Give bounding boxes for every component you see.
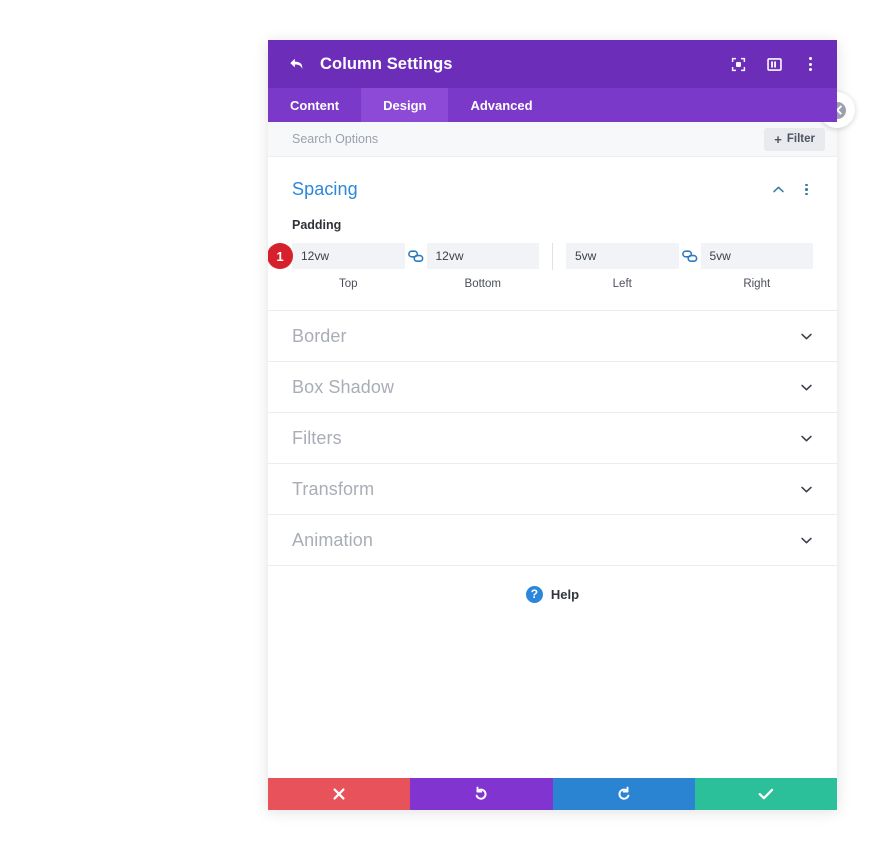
kebab-dot [809, 68, 812, 72]
section-border-title: Border [292, 325, 347, 346]
chevron-down-icon [801, 537, 812, 544]
section-spacing-title: Spacing [292, 179, 358, 199]
padding-top-label: Top [338, 278, 358, 290]
tab-content[interactable]: Content [268, 88, 361, 122]
padding-top-input[interactable] [292, 243, 405, 269]
section-box-shadow-title: Box Shadow [292, 376, 395, 397]
chevron-down-icon [801, 435, 812, 442]
section-transform[interactable]: Transform [268, 464, 837, 515]
redo-button[interactable] [552, 778, 695, 810]
kebab-dot [809, 62, 812, 66]
padding-vertical-group: Top Bottom [292, 243, 539, 290]
section-more-options-icon[interactable] [800, 182, 813, 197]
padding-right-cell: Right [700, 243, 813, 290]
chain-link-icon [407, 250, 423, 262]
section-border[interactable]: Border [268, 311, 837, 362]
plus-icon: + [774, 131, 782, 147]
status-badge: 1 [268, 243, 293, 269]
section-spacing-header[interactable]: Spacing [292, 179, 813, 200]
padding-top-cell: Top [292, 243, 405, 290]
padding-bottom-label: Bottom [464, 278, 501, 290]
section-filters[interactable]: Filters [268, 413, 837, 464]
panel-footer [268, 778, 837, 810]
undo-button[interactable] [410, 778, 553, 810]
column-settings-panel: Column Settings Content Design Advanced [268, 40, 855, 810]
padding-right-label: Right [743, 278, 771, 290]
search-toolbar: + Filter [268, 122, 837, 157]
tab-design[interactable]: Design [361, 88, 449, 122]
save-button[interactable] [694, 778, 837, 810]
padding-field-row: 1 Top Bottom [268, 243, 813, 290]
help-row: ? Help [268, 566, 837, 622]
padding-left-cell: Left [566, 243, 679, 290]
more-options-icon[interactable] [802, 56, 819, 73]
view-layout-icon[interactable] [766, 56, 783, 73]
padding-horizontal-group: Left Right [566, 243, 813, 290]
filter-button[interactable]: + Filter [764, 127, 825, 151]
page-title: Column Settings [320, 54, 453, 73]
check-icon [758, 788, 774, 800]
undo-icon [476, 786, 487, 800]
filter-button-label: Filter [786, 133, 815, 145]
chevron-up-icon[interactable] [772, 183, 785, 196]
section-animation-title: Animation [292, 529, 373, 550]
settings-tabbar: Content Design Advanced [268, 88, 837, 122]
padding-label: Padding [292, 218, 342, 232]
padding-left-input[interactable] [566, 243, 679, 269]
kebab-dot [809, 56, 812, 60]
kebab-dot [805, 192, 808, 196]
kebab-dot [805, 183, 808, 187]
padding-bottom-cell: Bottom [426, 243, 539, 290]
kebab-dot [805, 188, 808, 191]
focus-mode-icon[interactable] [730, 56, 747, 73]
close-icon [333, 788, 345, 800]
section-spacing: Spacing Padding 1 12vw Top 12vw Bottom 5… [268, 157, 837, 311]
question-mark-icon[interactable]: ? [525, 585, 543, 603]
titlebar-right-group [730, 56, 819, 73]
redo-icon [618, 786, 629, 800]
help-link[interactable]: Help [551, 587, 579, 602]
chain-link-icon [681, 250, 697, 262]
padding-left-label: Left [612, 278, 632, 290]
padding-right-input[interactable] [700, 243, 813, 269]
chevron-down-icon [801, 384, 812, 391]
tab-advanced[interactable]: Advanced [448, 88, 554, 122]
section-transform-title: Transform [292, 478, 375, 499]
section-animation[interactable]: Animation [268, 515, 837, 566]
settings-body: Spacing Padding 1 12vw Top 12vw Bottom 5… [268, 157, 837, 778]
cancel-button[interactable] [268, 778, 411, 810]
link-left-right-icon[interactable] [679, 250, 701, 263]
section-box-shadow[interactable]: Box Shadow [268, 362, 837, 413]
search-input[interactable] [292, 132, 765, 146]
chevron-down-icon [801, 486, 812, 493]
titlebar-left-group: Column Settings [288, 55, 453, 74]
padding-bottom-input[interactable] [426, 243, 539, 269]
section-filters-title: Filters [292, 427, 342, 448]
back-arrow-icon[interactable] [288, 55, 306, 73]
chevron-down-icon [801, 333, 812, 340]
section-spacing-controls [772, 182, 813, 197]
padding-group-divider [552, 243, 553, 270]
panel-titlebar: Column Settings [268, 40, 837, 88]
link-top-bottom-icon[interactable] [405, 250, 427, 263]
